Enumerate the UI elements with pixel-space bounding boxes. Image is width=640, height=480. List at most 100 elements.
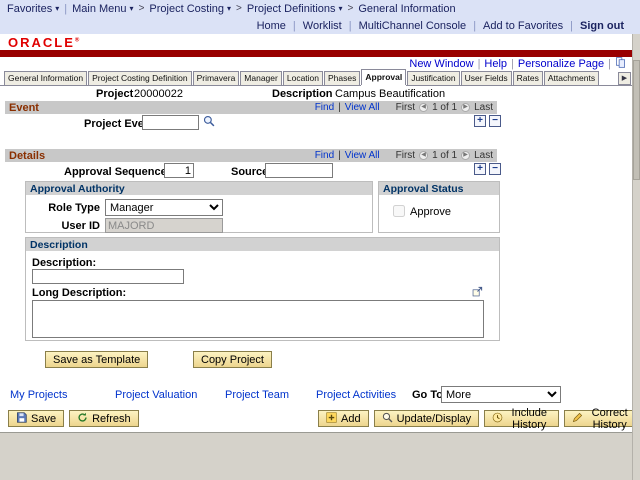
personalize-page-link[interactable]: Personalize Page: [518, 58, 604, 70]
correct-history-icon: [572, 412, 583, 426]
tab-rates[interactable]: Rates: [513, 71, 543, 85]
description-groupbox: Description Description: Long Descriptio…: [25, 237, 500, 341]
event-delete-row-button[interactable]: −: [489, 115, 501, 127]
go-to-select[interactable]: More: [441, 386, 561, 403]
update-display-button[interactable]: Update/Display: [374, 410, 480, 427]
source-input[interactable]: [265, 163, 333, 178]
tab-general-information[interactable]: General Information: [4, 71, 87, 85]
event-nav-divider: |: [338, 102, 341, 113]
tab-user-fields[interactable]: User Fields: [461, 71, 512, 85]
long-description-textarea[interactable]: [32, 300, 484, 338]
pagebar-divider: |: [511, 58, 514, 70]
description-groupbox-title: Description: [30, 239, 88, 251]
tab-location[interactable]: Location: [283, 71, 323, 85]
approve-label: Approve: [410, 206, 451, 218]
description-input[interactable]: [32, 269, 184, 284]
breadcrumb-divider: |: [64, 3, 67, 15]
details-previous-row-icon[interactable]: ◀: [419, 151, 428, 160]
role-type-select[interactable]: Manager: [105, 199, 223, 216]
event-view-all-link[interactable]: View All: [345, 102, 380, 113]
details-row-count: 1 of 1: [432, 150, 457, 161]
tab-phases[interactable]: Phases: [324, 71, 360, 85]
event-row-nav: Find | View All First ◀ 1 of 1 ▶ Last: [315, 102, 493, 113]
event-section-title: Event: [9, 102, 39, 114]
peoplesoft-window: Favorites ▾ | Main Menu ▾ > Project Cost…: [0, 0, 640, 480]
toolbar-left: Save Refresh: [8, 410, 139, 427]
tab-attachments[interactable]: Attachments: [544, 71, 599, 85]
refresh-icon: [77, 412, 88, 426]
toolbar-right: Add Update/Display Include History Corre…: [318, 410, 640, 427]
expand-editor-icon[interactable]: [472, 286, 483, 300]
add-to-favorites-link[interactable]: Add to Favorites: [483, 20, 563, 32]
include-history-icon: [492, 412, 503, 426]
vertical-scrollbar[interactable]: [632, 34, 640, 480]
details-section-header: Details Find | View All First ◀ 1 of 1 ▶…: [5, 149, 497, 162]
details-first-label: First: [396, 150, 415, 161]
copy-page-icon[interactable]: [615, 57, 626, 71]
worklist-link[interactable]: Worklist: [303, 20, 342, 32]
event-next-row-icon[interactable]: ▶: [461, 103, 470, 112]
tab-project-costing-definition[interactable]: Project Costing Definition: [88, 71, 191, 85]
tab-manager[interactable]: Manager: [240, 71, 282, 85]
project-event-lookup-icon[interactable]: [203, 115, 215, 130]
home-link[interactable]: Home: [257, 20, 286, 32]
user-id-field: [105, 218, 223, 233]
correct-history-button[interactable]: Correct History: [564, 410, 640, 427]
project-activities-link[interactable]: Project Activities: [316, 389, 396, 401]
approve-checkbox[interactable]: [393, 205, 405, 217]
add-icon: [326, 412, 337, 426]
event-previous-row-icon[interactable]: ◀: [419, 103, 428, 112]
details-next-row-icon[interactable]: ▶: [461, 151, 470, 160]
favorites-menu[interactable]: Favorites ▾: [7, 3, 59, 15]
help-link[interactable]: Help: [484, 58, 507, 70]
tab-approval[interactable]: Approval: [361, 69, 406, 85]
add-button-label: Add: [341, 413, 361, 425]
breadcrumb-separator-icon: >: [236, 3, 242, 14]
refresh-button[interactable]: Refresh: [69, 410, 139, 427]
banner-red-bar: [0, 50, 640, 57]
breadcrumb-separator-icon: >: [139, 3, 145, 14]
sign-out-link[interactable]: Sign out: [580, 20, 624, 32]
details-delete-row-button[interactable]: −: [489, 163, 501, 175]
update-display-button-label: Update/Display: [397, 413, 472, 425]
tab-scroll-right-button[interactable]: ▶: [618, 72, 631, 85]
details-add-row-button[interactable]: +: [474, 163, 486, 175]
copy-project-button[interactable]: Copy Project: [193, 351, 272, 368]
main-menu[interactable]: Main Menu ▾: [72, 3, 133, 15]
save-button-label: Save: [31, 413, 56, 425]
project-label: Project: [96, 88, 133, 100]
chevron-down-icon: ▾: [227, 4, 231, 13]
details-row-actions: + −: [474, 163, 501, 175]
scrollbar-thumb[interactable]: [633, 60, 640, 180]
copy-project-label: Copy Project: [201, 354, 264, 366]
event-find-link[interactable]: Find: [315, 102, 334, 113]
details-view-all-link[interactable]: View All: [345, 150, 380, 161]
details-nav-divider: |: [338, 150, 341, 161]
new-window-link[interactable]: New Window: [409, 58, 473, 70]
breadcrumb-project-costing[interactable]: Project Costing ▾: [149, 3, 231, 15]
my-projects-link[interactable]: My Projects: [10, 389, 67, 401]
breadcrumb-project-definitions[interactable]: Project Definitions ▾: [247, 3, 343, 15]
multichannel-console-link[interactable]: MultiChannel Console: [359, 20, 467, 32]
save-button[interactable]: Save: [8, 410, 64, 427]
details-find-link[interactable]: Find: [315, 150, 334, 161]
pagebar: New Window | Help | Personalize Page |: [0, 57, 630, 70]
portal-header: Favorites ▾ | Main Menu ▾ > Project Cost…: [0, 0, 640, 34]
registered-mark: ®: [75, 38, 79, 44]
project-event-input[interactable]: [142, 115, 199, 130]
user-id-label: User ID: [34, 220, 100, 232]
include-history-button[interactable]: Include History: [484, 410, 559, 427]
details-section-title: Details: [9, 150, 45, 162]
save-as-template-button[interactable]: Save as Template: [45, 351, 148, 368]
event-add-row-button[interactable]: +: [474, 115, 486, 127]
event-row-count: 1 of 1: [432, 102, 457, 113]
project-team-link[interactable]: Project Team: [225, 389, 289, 401]
project-valuation-link[interactable]: Project Valuation: [115, 389, 197, 401]
approval-sequence-input[interactable]: [164, 163, 194, 178]
update-display-icon: [382, 412, 393, 426]
add-button[interactable]: Add: [318, 410, 369, 427]
tab-primavera[interactable]: Primavera: [193, 71, 240, 85]
tab-justification[interactable]: Justification: [407, 71, 459, 85]
description-field-label: Description:: [32, 257, 96, 269]
chevron-down-icon: ▾: [130, 4, 134, 13]
